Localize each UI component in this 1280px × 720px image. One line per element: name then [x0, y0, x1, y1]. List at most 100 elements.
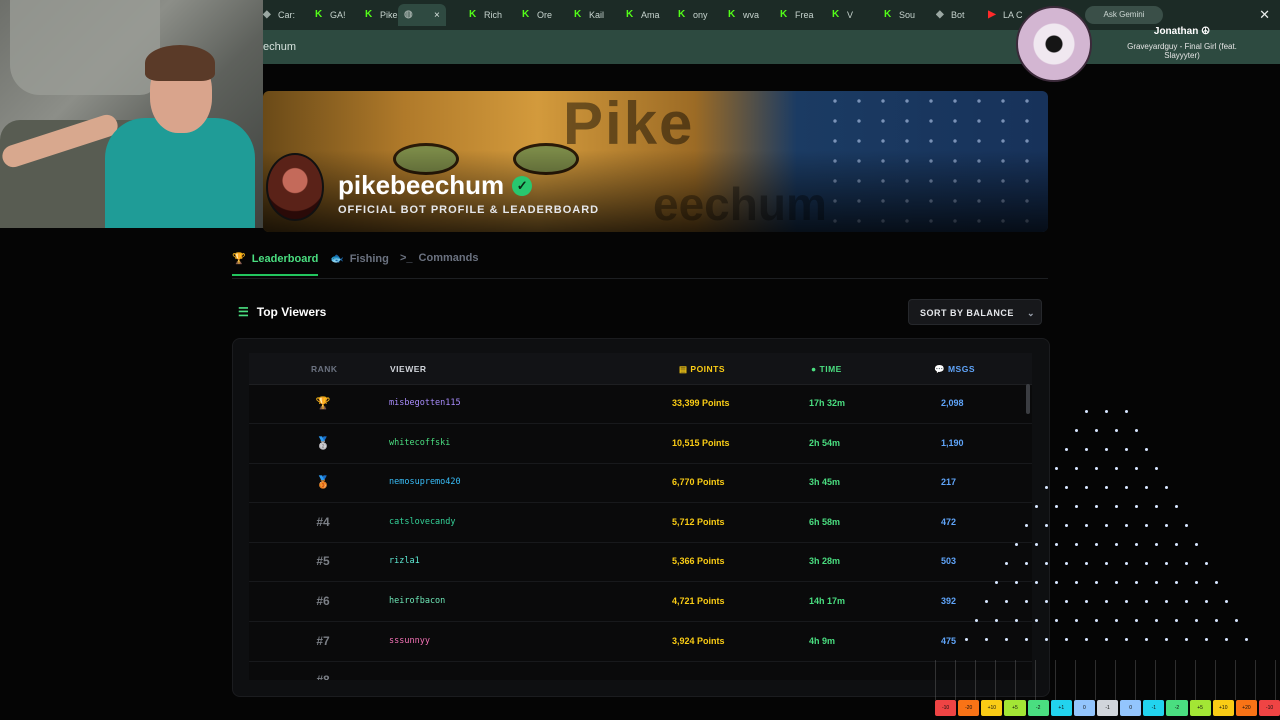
browser-tab-label: Rich: [484, 10, 503, 20]
chat-icon: 💬: [934, 364, 946, 374]
profile-name: pikebeechum ✓: [338, 170, 533, 201]
browser-tab[interactable]: K Rich: [469, 4, 502, 26]
viewer-name[interactable]: rizla1: [389, 556, 420, 566]
close-icon[interactable]: ×: [434, 10, 440, 21]
plinko-peg: [1125, 410, 1128, 413]
viewer-name[interactable]: whitecoffski: [389, 438, 450, 448]
plinko-peg: [1125, 562, 1128, 565]
browser-tab-label: Frea: [795, 10, 814, 20]
kick-icon: K: [780, 9, 788, 20]
browser-tab[interactable]: Kony: [678, 4, 708, 26]
table-row[interactable]: 🥉 nemosupremo420 6,770 Points 3h 45m 217: [249, 463, 1032, 504]
plinko-peg: [1195, 581, 1198, 584]
browser-tab[interactable]: K Ama: [626, 4, 660, 26]
table-row[interactable]: #5 rizla1 5,366 Points 3h 28m 503: [249, 542, 1032, 583]
rank-cell: #5: [316, 554, 330, 569]
rank-cell: #6: [316, 594, 330, 608]
plinko-peg: [1165, 600, 1168, 603]
browser-tab[interactable]: K Kail: [574, 4, 604, 26]
browser-tab[interactable]: K Pike: [365, 4, 398, 26]
plinko-dividers: [935, 660, 1280, 700]
plinko-peg: [1215, 581, 1218, 584]
header-rank[interactable]: RANK: [311, 364, 338, 374]
tab-commands[interactable]: >_ Commands: [400, 252, 478, 264]
leaderboard-table[interactable]: RANK VIEWER ▤ POINTS ● TIME 💬 MSGS 🏆 misb…: [249, 353, 1032, 680]
browser-tab[interactable]: ◍ ×: [398, 4, 446, 26]
profile-subtitle: OFFICIAL BOT PROFILE & LEADERBOARD: [338, 204, 600, 216]
viewer-name[interactable]: nemosupremo420: [389, 477, 461, 487]
browser-tab[interactable]: K Ore: [522, 4, 552, 26]
tab-leaderboard[interactable]: 🏆 Leaderboard: [232, 252, 319, 276]
viewer-name[interactable]: catslovecandy: [389, 517, 456, 527]
browser-tab[interactable]: KV: [832, 4, 853, 26]
plinko-peg: [1155, 619, 1158, 622]
plinko-peg: [1155, 467, 1158, 470]
address-text[interactable]: echum: [263, 41, 296, 53]
plinko-peg: [1065, 600, 1068, 603]
browser-tab-label: Ama: [641, 10, 660, 20]
table-row[interactable]: #7 sssunnyy 3,924 Points 4h 9m 475: [249, 622, 1032, 662]
plinko-peg: [1125, 600, 1128, 603]
plinko-peg: [1075, 581, 1078, 584]
browser-tab-label: V: [847, 10, 854, 20]
browser-tab-label: Car:: [278, 10, 296, 20]
plinko-peg: [1125, 524, 1128, 527]
plinko-peg: [1195, 619, 1198, 622]
viewer-name[interactable]: heirofbacon: [389, 596, 445, 606]
viewer-name[interactable]: sssunnyy: [389, 636, 430, 646]
time-cell: 14h 17m: [809, 596, 846, 606]
section-title-text: Top Viewers: [256, 305, 327, 319]
browser-tab[interactable]: K Frea: [780, 4, 814, 26]
browser-tab[interactable]: Kwva: [728, 4, 759, 26]
points-cell: 4,721 Points: [672, 596, 725, 606]
table-row[interactable]: #6 heirofbacon 4,721 Points 14h 17m 392: [249, 582, 1032, 622]
plinko-peg: [1055, 581, 1058, 584]
avatar[interactable]: [266, 153, 324, 221]
table-row[interactable]: #4 catslovecandy 5,712 Points 6h 58m 472: [249, 503, 1032, 543]
plinko-peg: [1075, 467, 1078, 470]
kick-icon: K: [832, 9, 840, 20]
profile-name-text: pikebeechum: [338, 170, 505, 200]
browser-tab[interactable]: ◆ Bot: [936, 4, 965, 26]
browser-tab-label: Sou: [899, 10, 916, 20]
plinko-bucket: -10: [935, 700, 957, 716]
plinko-peg: [1085, 562, 1088, 565]
tab-leaderboard-label: Leaderboard: [251, 252, 319, 265]
kick-icon: K: [678, 9, 686, 20]
plinko-peg: [1025, 600, 1028, 603]
tab-fishing[interactable]: 🐟 Fishing: [330, 252, 389, 266]
browser-tab[interactable]: K Sou: [884, 4, 915, 26]
plinko-peg: [1085, 448, 1088, 451]
header-time[interactable]: ● TIME: [811, 364, 842, 374]
time-cell: 4h 9m: [809, 635, 836, 646]
browser-tab-label: wva: [743, 10, 760, 20]
sort-select[interactable]: SORT BY BALANCE ⌄: [908, 299, 1042, 325]
viewer-name[interactable]: misbegotten115: [389, 398, 461, 408]
points-cell: 3,924 Points: [672, 635, 725, 646]
browser-tab-label: GA!: [330, 10, 346, 20]
browser-tab[interactable]: K GA!: [315, 4, 346, 26]
plinko-peg: [1185, 562, 1188, 565]
plinko-peg: [995, 619, 998, 622]
table-row[interactable]: 🏆 misbegotten115 33,399 Points 17h 32m 2,098: [249, 384, 1032, 424]
header-msgs[interactable]: 💬 MSGS: [934, 364, 975, 375]
plinko-peg: [1045, 486, 1048, 489]
trophy-icon: 🏆: [232, 253, 246, 265]
rank-cell: 🥉: [315, 475, 331, 490]
table-row[interactable]: #8: [249, 661, 1032, 680]
plinko-peg: [1015, 581, 1018, 584]
tab-commands-label: Commands: [418, 252, 479, 264]
header-viewer[interactable]: VIEWER: [390, 364, 427, 374]
webcam-overlay: [0, 0, 263, 228]
terminal-icon: >_: [400, 252, 413, 264]
plinko-peg: [1065, 448, 1068, 451]
plinko-peg: [1145, 638, 1148, 641]
header-points[interactable]: ▤ POINTS: [679, 364, 725, 375]
banner-text-top: Pike: [563, 91, 695, 157]
plinko-peg: [1045, 638, 1048, 641]
plinko-peg: [1225, 638, 1228, 641]
browser-tab[interactable]: ◆ Car:: [263, 4, 295, 26]
kick-icon: K: [884, 9, 892, 20]
plinko-peg: [1065, 562, 1068, 565]
table-row[interactable]: 🥈 whitecoffski 10,515 Points 2h 54m 1,190: [249, 424, 1032, 464]
